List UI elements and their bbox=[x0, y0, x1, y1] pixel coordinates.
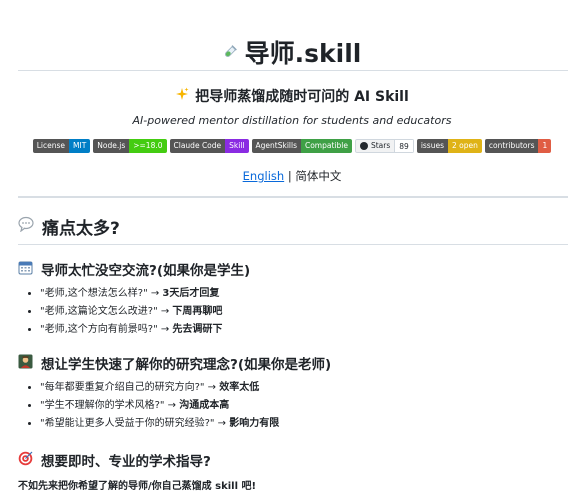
badge-row: License MIT Node.js >=18.0 Claude Code Skil… bbox=[0, 139, 584, 153]
students-heading: 导师太忙没空交流?(如果你是学生) bbox=[18, 259, 250, 279]
section-heading: 痛点太多? bbox=[18, 214, 120, 239]
badge-license[interactable]: License MIT bbox=[32, 139, 91, 153]
students-heading-text: 导师太忙没空交流?(如果你是学生) bbox=[41, 263, 251, 279]
badge-claude-code[interactable]: Claude Code Skill bbox=[169, 139, 249, 153]
list-item: "老师,这篇论文怎么改进?" → 下周再聊吧 bbox=[40, 303, 222, 321]
list-item: "希望能让更多人受益于你的研究经验?" → 影响力有限 bbox=[40, 415, 279, 433]
badge-contributors[interactable]: contributors 1 bbox=[484, 139, 552, 153]
header-divider bbox=[18, 196, 568, 198]
list-item: "每年都要重复介绍自己的研究方向?" → 效率太低 bbox=[40, 379, 279, 397]
closing-text: 不如先来把你希望了解的导师/你自己蒸馏成 skill 吧! bbox=[18, 481, 257, 492]
english-link[interactable]: English bbox=[243, 169, 285, 183]
language-switcher: English | 简体中文 bbox=[0, 168, 584, 184]
target-icon bbox=[18, 451, 33, 470]
section-divider bbox=[18, 244, 568, 245]
test-tube-icon bbox=[223, 45, 237, 59]
calendar-icon bbox=[18, 260, 33, 279]
students-list: "老师,这个想法怎么样?" → 3天后才回复 "老师,这篇论文怎么改进?" → … bbox=[24, 285, 222, 339]
chinese-label: 简体中文 bbox=[295, 169, 342, 183]
badge-stars[interactable]: Stars 89 bbox=[354, 139, 414, 153]
tagline: AI-powered mentor distillation for stude… bbox=[132, 114, 452, 127]
teachers-list: "每年都要重复介绍自己的研究方向?" → 效率太低 "学生不理解你的学术风格?"… bbox=[24, 379, 279, 433]
speech-bubble-icon bbox=[18, 216, 34, 237]
badge-issues[interactable]: issues 2 open bbox=[416, 139, 482, 153]
github-icon bbox=[359, 142, 368, 150]
language-separator: | bbox=[287, 169, 292, 183]
guidance-heading-text: 想要即时、专业的学术指导? bbox=[41, 454, 211, 470]
page-title: 导师.skill bbox=[0, 34, 584, 70]
list-item: "学生不理解你的学术风格?" → 沟通成本高 bbox=[40, 397, 279, 415]
list-item: "老师,这个想法怎么样?" → 3天后才回复 bbox=[40, 285, 222, 303]
subtitle: 把导师蒸馏成随时可问的 AI Skill bbox=[0, 86, 584, 106]
subtitle-text: 把导师蒸馏成随时可问的 AI Skill bbox=[195, 89, 409, 105]
guidance-heading: 想要即时、专业的学术指导? bbox=[18, 450, 211, 470]
readme-page: 导师.skill 把导师蒸馏成随时可问的 AI Skill AI-powered… bbox=[0, 0, 584, 500]
sparkles-icon bbox=[175, 87, 189, 105]
list-item: "老师,这个方向有前景吗?" → 先去调研下 bbox=[40, 321, 222, 339]
badge-node[interactable]: Node.js >=18.0 bbox=[93, 139, 167, 153]
badge-agentskills[interactable]: AgentSkills Compatible bbox=[251, 139, 352, 153]
section-title: 痛点太多? bbox=[42, 219, 120, 239]
title-text: 导师.skill bbox=[244, 39, 362, 68]
teachers-heading-text: 想让学生快速了解你的研究理念?(如果你是老师) bbox=[41, 357, 332, 373]
title-divider bbox=[18, 70, 568, 71]
teacher-icon bbox=[18, 354, 33, 373]
teachers-heading: 想让学生快速了解你的研究理念?(如果你是老师) bbox=[18, 353, 331, 373]
